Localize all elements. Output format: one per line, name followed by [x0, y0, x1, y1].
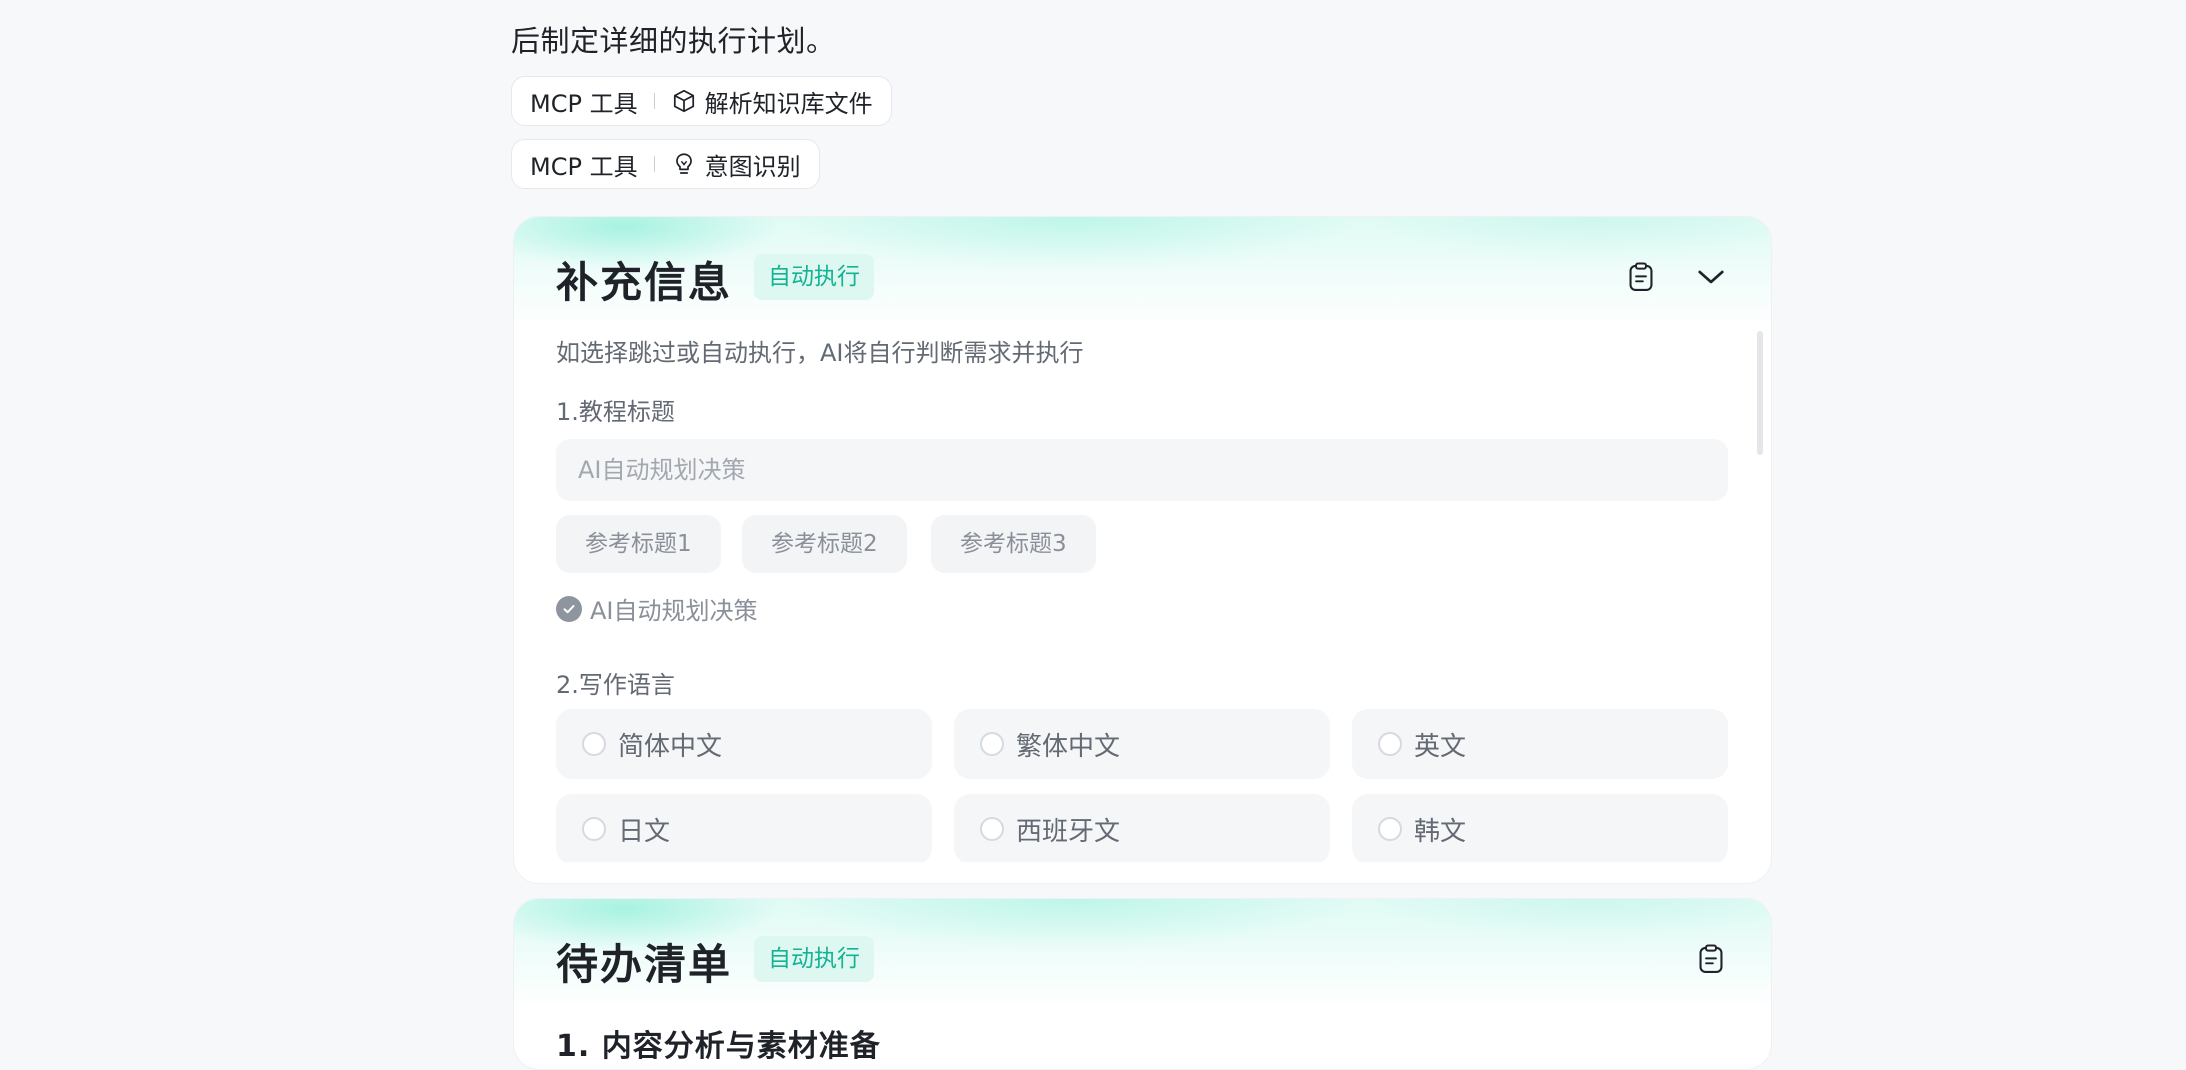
lightbulb-icon: [675, 153, 692, 174]
suggestion-chip[interactable]: 参考标题1: [556, 515, 721, 573]
language-option[interactable]: 简体中文: [556, 709, 932, 779]
option-label: 繁体中文: [1016, 731, 1121, 762]
auto-execute-badge: 自动执行: [754, 936, 874, 982]
option-label: 西班牙文: [1016, 816, 1121, 847]
assistant-message-text: 后制定详细的执行计划。: [511, 24, 836, 58]
suggestion-chip[interactable]: 参考标题3: [931, 515, 1096, 573]
suggestion-chip[interactable]: 参考标题2: [742, 515, 907, 573]
cube-icon: [673, 89, 694, 113]
radio-button[interactable]: [980, 817, 1004, 841]
option-label: 韩文: [1414, 816, 1467, 847]
check-circle-icon: [556, 595, 582, 622]
question-label-language: 2.写作语言: [556, 671, 675, 699]
radio-button[interactable]: [980, 732, 1004, 756]
clipboard-icon[interactable]: [1624, 260, 1658, 294]
tool-type-label: MCP 工具: [530, 89, 638, 118]
language-option[interactable]: 日文: [556, 794, 932, 864]
card-bottom-padding: [514, 862, 1771, 882]
option-label: 日文: [618, 816, 671, 847]
language-option[interactable]: 英文: [1352, 709, 1728, 779]
language-option[interactable]: 繁体中文: [954, 709, 1330, 779]
todo-list-card: 待办清单 自动执行 1. 内容分析与素材准备: [513, 898, 1772, 1070]
radio-button[interactable]: [1378, 817, 1402, 841]
auto-decision-checkbox[interactable]: AI自动规划决策: [556, 591, 758, 626]
todo-item-title: 1. 内容分析与素材准备: [556, 1029, 881, 1064]
option-label: 简体中文: [618, 731, 723, 762]
tool-name: 意图识别: [704, 152, 801, 181]
chip-divider: [653, 93, 655, 109]
chip-divider: [653, 156, 655, 172]
tool-name: 解析知识库文件: [704, 89, 873, 118]
radio-button[interactable]: [582, 817, 606, 841]
tutorial-title-input[interactable]: [556, 439, 1728, 501]
radio-button[interactable]: [1378, 732, 1402, 756]
card-title: 补充信息: [556, 258, 733, 307]
option-label: 英文: [1414, 731, 1467, 762]
tool-type-label: MCP 工具: [530, 152, 638, 181]
tool-call-chip[interactable]: MCP 工具 意图识别: [511, 139, 820, 189]
auto-execute-badge: 自动执行: [754, 254, 874, 300]
auto-decision-label: AI自动规划决策: [590, 597, 758, 625]
chevron-down-icon[interactable]: [1694, 260, 1728, 294]
card-description: 如选择跳过或自动执行，AI将自行判断需求并执行: [556, 339, 1084, 367]
question-label-title: 1.教程标题: [556, 398, 675, 426]
language-option[interactable]: 西班牙文: [954, 794, 1330, 864]
radio-button[interactable]: [582, 732, 606, 756]
clipboard-icon[interactable]: [1694, 942, 1728, 976]
supplementary-info-card: 补充信息 自动执行 如选择跳过或自动执行，AI将自行判断需求并执行 1.教程标题…: [513, 216, 1772, 884]
language-option[interactable]: 韩文: [1352, 794, 1728, 864]
tool-call-chip[interactable]: MCP 工具 解析知识库文件: [511, 76, 892, 126]
card-title: 待办清单: [556, 940, 733, 989]
scrollbar-thumb[interactable]: [1757, 331, 1763, 455]
